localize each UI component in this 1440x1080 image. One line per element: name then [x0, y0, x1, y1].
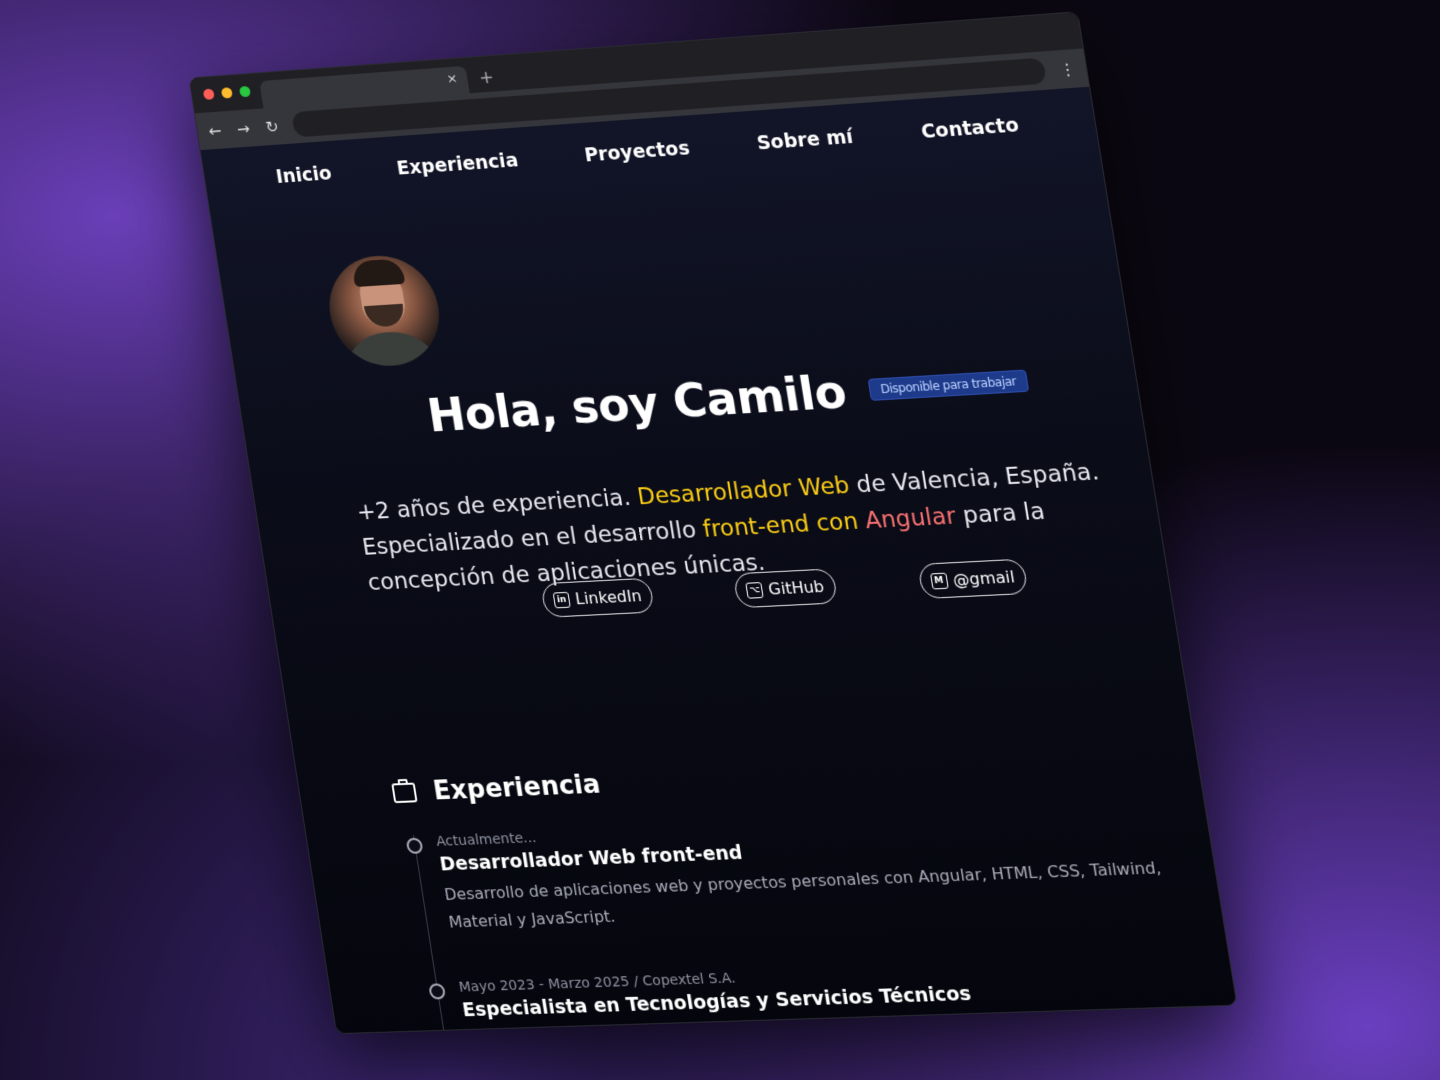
intro-part-1: +2 años de experiencia.	[355, 484, 640, 526]
new-tab-icon[interactable]: +	[478, 67, 496, 89]
gmail-label: @gmail	[951, 567, 1017, 590]
nav-item-experiencia[interactable]: Experiencia	[395, 149, 519, 179]
linkedin-button[interactable]: in LinkedIn	[540, 577, 655, 618]
linkedin-label: LinkedIn	[573, 586, 643, 609]
briefcase-icon	[391, 782, 418, 804]
close-window-button[interactable]	[202, 88, 215, 100]
nav-item-sobre-mi[interactable]: Sobre mí	[755, 126, 854, 155]
browser-menu-icon[interactable]: ⋮	[1058, 59, 1077, 79]
avatar-shirt	[337, 329, 446, 369]
timeline-item: Actualmente... Desarrollador Web front-e…	[405, 803, 1214, 936]
experience-timeline: Actualmente... Desarrollador Web front-e…	[405, 803, 1238, 1035]
window-controls	[202, 85, 252, 100]
avatar	[321, 252, 447, 369]
avatar-hair	[351, 258, 406, 288]
backdrop: × + ← → ↻ ⋮ Inicio Experiencia Proyectos…	[0, 0, 1440, 1080]
page-content: Inicio Experiencia Proyectos Sobre mí Co…	[200, 86, 1238, 1035]
timeline-dot	[405, 837, 424, 854]
github-icon: ⌥	[745, 581, 764, 599]
back-arrow-icon[interactable]: ←	[206, 121, 224, 141]
github-label: GitHub	[766, 576, 826, 599]
experience-heading: Experiencia	[391, 769, 603, 808]
gmail-button[interactable]: M @gmail	[916, 558, 1029, 600]
intro-highlight-frontend: front-end con	[701, 508, 861, 543]
intro-highlight-angular: Angular	[863, 503, 958, 535]
experience-title: Experiencia	[431, 769, 603, 807]
browser-window: × + ← → ↻ ⋮ Inicio Experiencia Proyectos…	[188, 11, 1238, 1035]
avatar-beard	[363, 303, 406, 328]
forward-arrow-icon[interactable]: →	[234, 119, 252, 139]
linkedin-icon: in	[552, 591, 571, 608]
maximize-window-button[interactable]	[238, 85, 252, 98]
gmail-icon: M	[929, 572, 949, 590]
timeline-dot	[428, 983, 447, 1000]
nav-item-inicio[interactable]: Inicio	[274, 163, 333, 188]
minimize-window-button[interactable]	[220, 87, 233, 99]
close-tab-icon[interactable]: ×	[446, 71, 459, 86]
page-title: Hola, soy Camilo	[423, 364, 850, 443]
timeline-item: Mayo 2023 - Marzo 2025 / Copextel S.A. E…	[428, 954, 1238, 1034]
hero-heading: Hola, soy Camilo Disponible para trabaja…	[424, 353, 1032, 442]
github-button[interactable]: ⌥ GitHub	[732, 568, 838, 609]
intro-highlight-role: Desarrollador Web	[635, 472, 852, 511]
reload-icon[interactable]: ↻	[263, 117, 281, 137]
nav-item-proyectos[interactable]: Proyectos	[583, 137, 691, 166]
nav-item-contacto[interactable]: Contacto	[919, 114, 1020, 143]
availability-badge: Disponible para trabajar	[867, 369, 1030, 401]
